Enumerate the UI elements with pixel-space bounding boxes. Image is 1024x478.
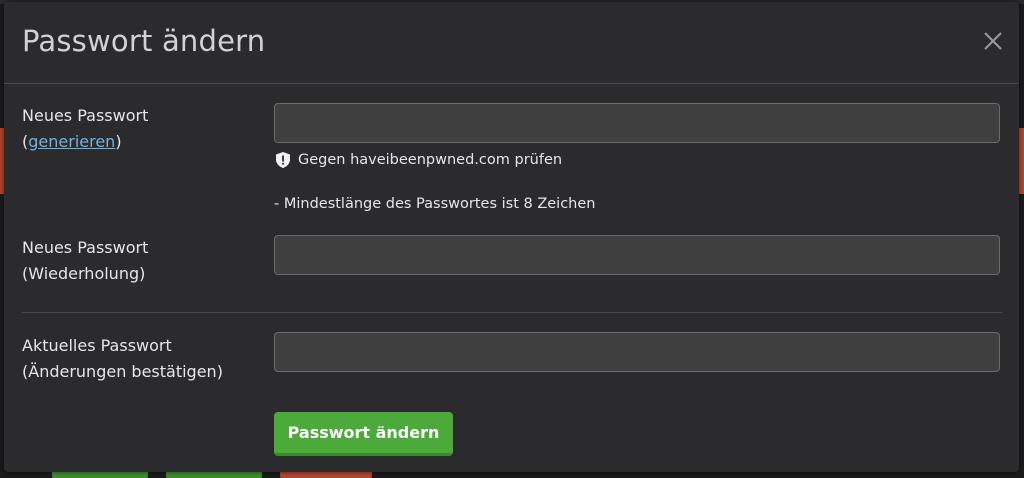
dialog-header: Passwort ändern <box>4 2 1019 84</box>
generate-password-link[interactable]: generieren <box>28 132 115 151</box>
change-password-button[interactable]: Passwort ändern <box>274 412 453 456</box>
close-icon[interactable] <box>980 28 1006 54</box>
new-password-label-text: Neues Passwort <box>22 106 149 125</box>
new-password-label: Neues Passwort (generieren) <box>22 103 148 155</box>
current-password-input[interactable] <box>274 332 1000 372</box>
new-password-input[interactable] <box>274 103 1000 143</box>
repeat-password-label-sub: (Wiederholung) <box>22 264 146 283</box>
new-password-label-sub: (generieren) <box>22 129 148 155</box>
paren-close: ) <box>115 132 122 151</box>
repeat-password-label: Neues Passwort (Wiederholung) <box>22 235 148 287</box>
repeat-password-label-text: Neues Passwort <box>22 238 149 257</box>
dialog-title: Passwort ändern <box>22 24 266 58</box>
current-password-label: Aktuelles Passwort (Änderungen bestätige… <box>22 333 223 385</box>
repeat-password-input[interactable] <box>274 235 1000 275</box>
min-length-hint: - Mindestlänge des Passwortes ist 8 Zeic… <box>274 196 596 212</box>
hibp-check[interactable]: Gegen haveibeenpwned.com prüfen <box>274 151 562 169</box>
shield-icon <box>276 152 290 168</box>
close-icon-graphic <box>984 32 1002 50</box>
background-alert-right <box>1019 128 1024 194</box>
current-password-label-text: Aktuelles Passwort <box>22 336 172 355</box>
current-password-label-sub: (Änderungen bestätigen) <box>22 362 223 381</box>
change-password-dialog: Passwort ändern Neues Passwort (generier… <box>4 2 1019 472</box>
hibp-check-text: Gegen haveibeenpwned.com prüfen <box>298 152 563 168</box>
divider <box>22 312 1002 313</box>
